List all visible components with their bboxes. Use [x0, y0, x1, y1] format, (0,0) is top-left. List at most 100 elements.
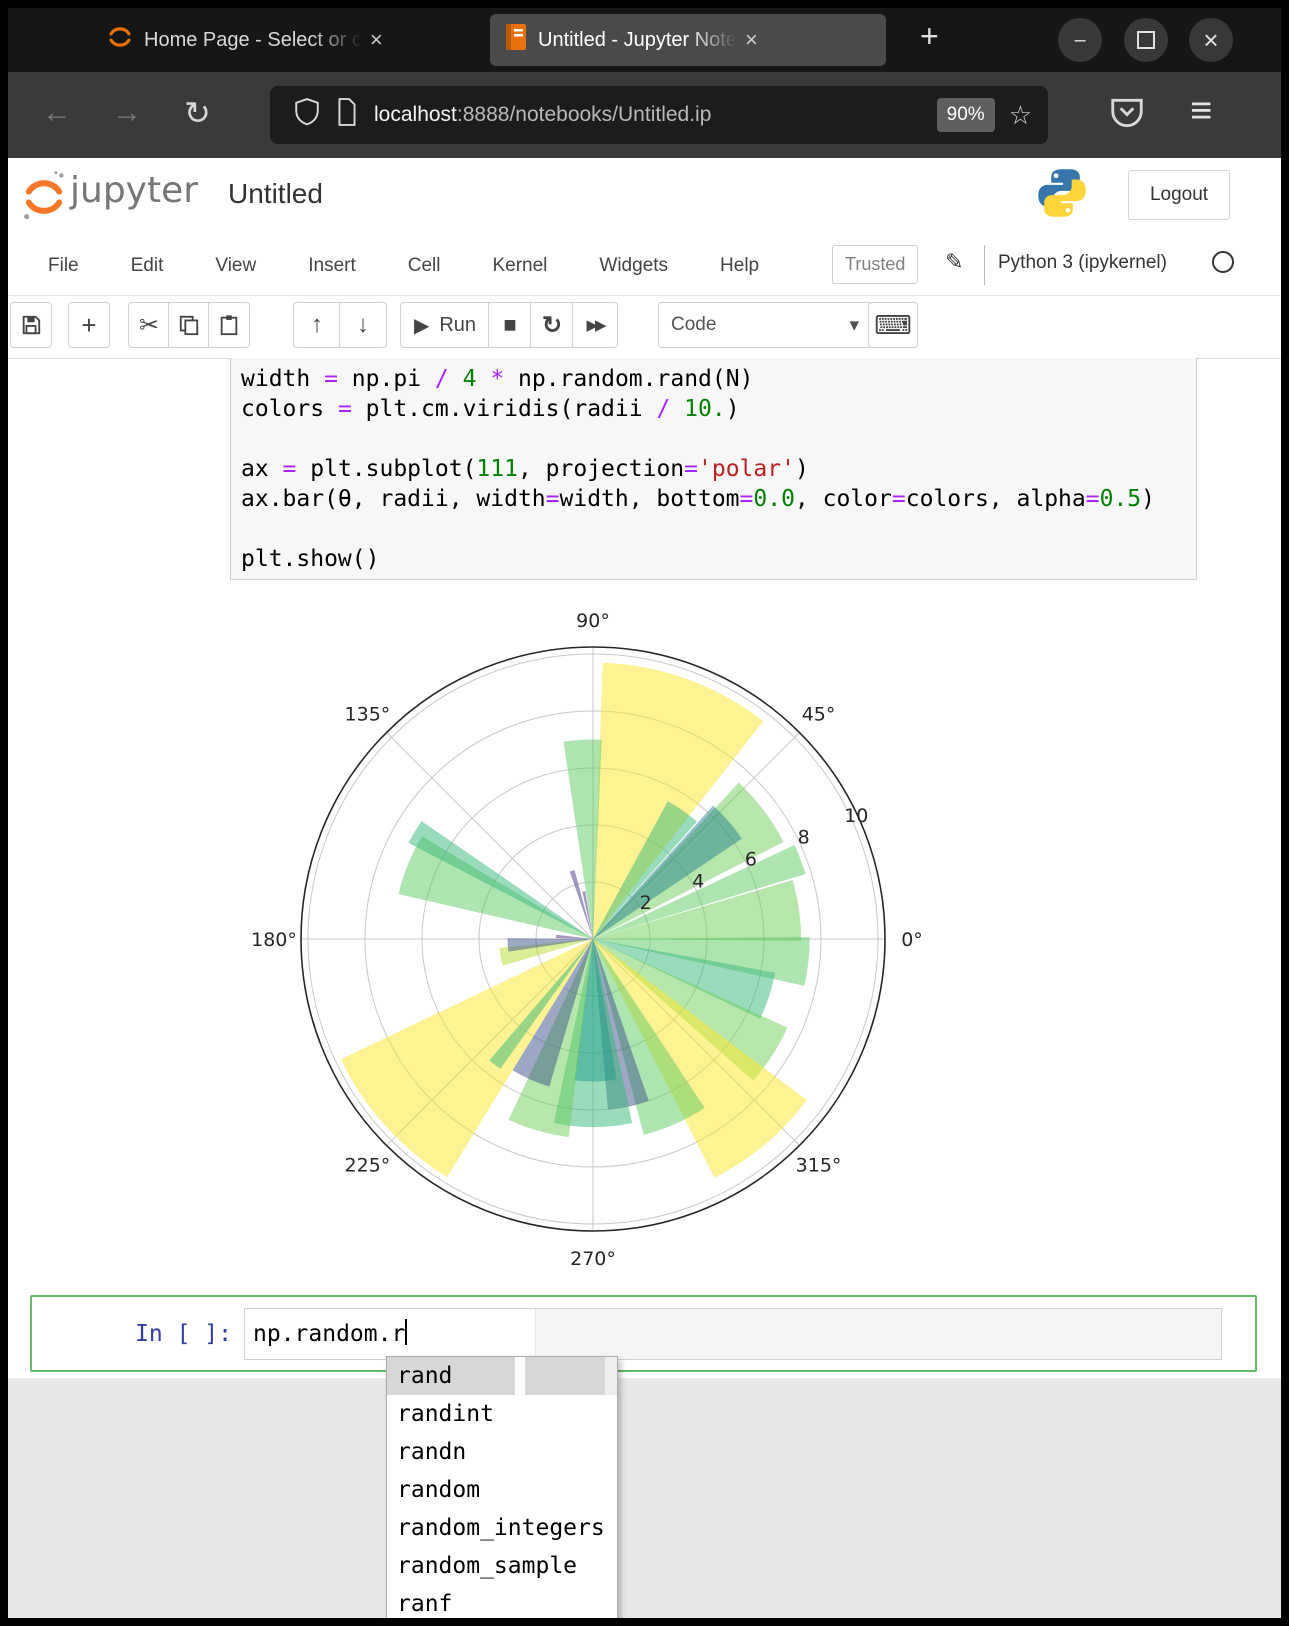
page-background: [8, 1378, 1281, 1618]
maximize-button[interactable]: [1124, 18, 1168, 62]
angle-tick-label: 45°: [802, 703, 836, 725]
run-cell-button[interactable]: ▶Run: [400, 302, 489, 348]
run-icon: ▶: [414, 313, 429, 338]
move-cell-up-button[interactable]: ↑: [293, 302, 340, 348]
autocomplete-item[interactable]: randn: [387, 1433, 617, 1471]
jupyter-logo-icon[interactable]: [20, 170, 68, 227]
tab-home-page[interactable]: Home Page - Select or c ×: [92, 14, 395, 66]
menu-insert[interactable]: Insert: [308, 255, 356, 277]
back-icon[interactable]: ←: [42, 96, 72, 130]
autocomplete-dropdown: randrandintrandnrandomrandom_integersran…: [386, 1356, 618, 1624]
notebook-title[interactable]: Untitled: [228, 178, 323, 210]
menu-hamburger-icon[interactable]: ≡: [1190, 90, 1212, 133]
input-inactive-area: [535, 1309, 1221, 1359]
restart-kernel-button[interactable]: ↻: [530, 302, 573, 348]
angle-tick-label: 270°: [570, 1248, 616, 1270]
jupyter-favicon-icon: [106, 23, 134, 57]
jupyter-logo-text[interactable]: jupyter: [70, 170, 198, 211]
pocket-icon[interactable]: [1108, 94, 1146, 137]
autocomplete-item[interactable]: random: [387, 1471, 617, 1509]
code-line: ax.bar(θ, radii, width=width, bottom=0.0…: [241, 484, 1186, 514]
angle-tick-label: 90°: [576, 610, 610, 632]
divider: [984, 245, 985, 285]
zoom-level-badge[interactable]: 90%: [937, 98, 995, 132]
autocomplete-item[interactable]: randint: [387, 1395, 617, 1433]
interrupt-kernel-button[interactable]: ■: [488, 302, 531, 348]
notebook-header: jupyter Untitled Logout: [8, 158, 1281, 237]
code-line: [241, 514, 1186, 544]
cell-type-select[interactable]: Code ▾: [658, 302, 872, 348]
angle-tick-label: 315°: [796, 1155, 842, 1177]
kernel-name: Python 3 (ipykernel): [998, 252, 1167, 274]
cell-prompt: In [ ]:: [102, 1321, 232, 1347]
code-line: plt.show(): [241, 544, 1186, 574]
add-cell-button[interactable]: +: [68, 302, 110, 348]
browser-navbar: ← → ↻ localhost:8888/notebooks/Untitled.…: [8, 72, 1281, 158]
browser-titlebar: Home Page - Select or c × Untitled - Jup…: [8, 8, 1281, 72]
tab-untitled-notebook[interactable]: Untitled - Jupyter Note ×: [490, 14, 886, 66]
autocomplete-item[interactable]: random_integers: [387, 1509, 617, 1547]
angle-tick-label: 135°: [345, 703, 391, 725]
restart-run-all-button[interactable]: ▶▶: [572, 302, 618, 348]
save-icon: [20, 314, 42, 336]
active-input-cell[interactable]: In [ ]: np.random.r: [30, 1295, 1257, 1372]
browser-window: Home Page - Select or c × Untitled - Jup…: [0, 0, 1289, 1626]
paste-icon: [218, 314, 240, 336]
notebook-toolbar: + ✂ ↑ ↓ ▶Run ■ ↻ ▶▶ Code ▾ ⌨: [8, 295, 1281, 359]
menu-help[interactable]: Help: [720, 255, 759, 277]
autocomplete-item[interactable]: rand: [387, 1357, 617, 1395]
tab-close-icon[interactable]: ×: [370, 27, 383, 53]
copy-cell-button[interactable]: [168, 302, 209, 348]
menu-view[interactable]: View: [215, 255, 256, 277]
trusted-badge: Trusted: [832, 245, 918, 284]
minimize-button[interactable]: –: [1058, 18, 1102, 62]
site-info-icon[interactable]: [336, 98, 358, 132]
close-button[interactable]: ×: [1189, 18, 1233, 62]
command-palette-button[interactable]: ⌨: [868, 302, 918, 348]
tab-close-icon[interactable]: ×: [745, 27, 758, 53]
maximize-icon: [1137, 31, 1155, 49]
polar-chart-output: 0°45°90°135°180°225°270°315°246810: [243, 589, 943, 1294]
code-cell-input[interactable]: width = np.pi / 4 * np.random.rand(N)col…: [230, 358, 1197, 580]
radial-tick-label: 10: [844, 805, 868, 827]
menu-file[interactable]: File: [48, 255, 79, 277]
tab-title: Untitled - Jupyter Note: [538, 29, 737, 52]
shield-icon[interactable]: [294, 98, 320, 132]
bookmark-star-icon[interactable]: ☆: [1009, 100, 1032, 131]
code-editor[interactable]: width = np.pi / 4 * np.random.rand(N)col…: [231, 358, 1196, 580]
copy-icon: [178, 314, 200, 336]
paste-cell-button[interactable]: [208, 302, 250, 348]
kernel-idle-icon: [1212, 251, 1234, 273]
menu-kernel[interactable]: Kernel: [492, 255, 547, 277]
menu-widgets[interactable]: Widgets: [599, 255, 668, 277]
tab-title: Home Page - Select or c: [144, 29, 362, 52]
radial-tick-label: 2: [640, 892, 652, 914]
angle-tick-label: 180°: [251, 929, 297, 951]
cut-cell-button[interactable]: ✂: [128, 302, 169, 348]
code-line: ax = plt.subplot(111, projection='polar'…: [241, 454, 1186, 484]
url-text: localhost:8888/notebooks/Untitled.ip: [374, 103, 923, 127]
forward-icon[interactable]: →: [112, 96, 142, 130]
python-logo-icon: [1035, 166, 1089, 225]
notebook-menubar: File Edit View Insert Cell Kernel Widget…: [8, 237, 1281, 296]
reload-icon[interactable]: ↻: [184, 94, 211, 132]
chevron-down-icon: ▾: [849, 314, 859, 337]
code-line: [241, 424, 1186, 454]
logout-button[interactable]: Logout: [1128, 170, 1230, 220]
angle-tick-label: 225°: [345, 1155, 391, 1177]
edit-mode-pencil-icon: ✎: [945, 249, 963, 275]
radial-tick-label: 4: [692, 870, 704, 892]
url-bar[interactable]: localhost:8888/notebooks/Untitled.ip 90%…: [270, 86, 1048, 144]
angle-tick-label: 0°: [901, 929, 923, 951]
code-line: colors = plt.cm.viridis(radii / 10.): [241, 394, 1186, 424]
save-button[interactable]: [10, 302, 52, 348]
notebook-page: jupyter Untitled Logout File Edit View I…: [8, 158, 1281, 1378]
autocomplete-item[interactable]: random_sample: [387, 1547, 617, 1585]
notebook-favicon-icon: [504, 23, 528, 57]
menu-cell[interactable]: Cell: [408, 255, 441, 277]
cell-code-input[interactable]: np.random.r: [244, 1308, 1222, 1360]
radial-tick-label: 8: [798, 827, 810, 849]
move-cell-down-button[interactable]: ↓: [339, 302, 387, 348]
new-tab-button[interactable]: +: [920, 18, 939, 55]
menu-edit[interactable]: Edit: [131, 255, 164, 277]
